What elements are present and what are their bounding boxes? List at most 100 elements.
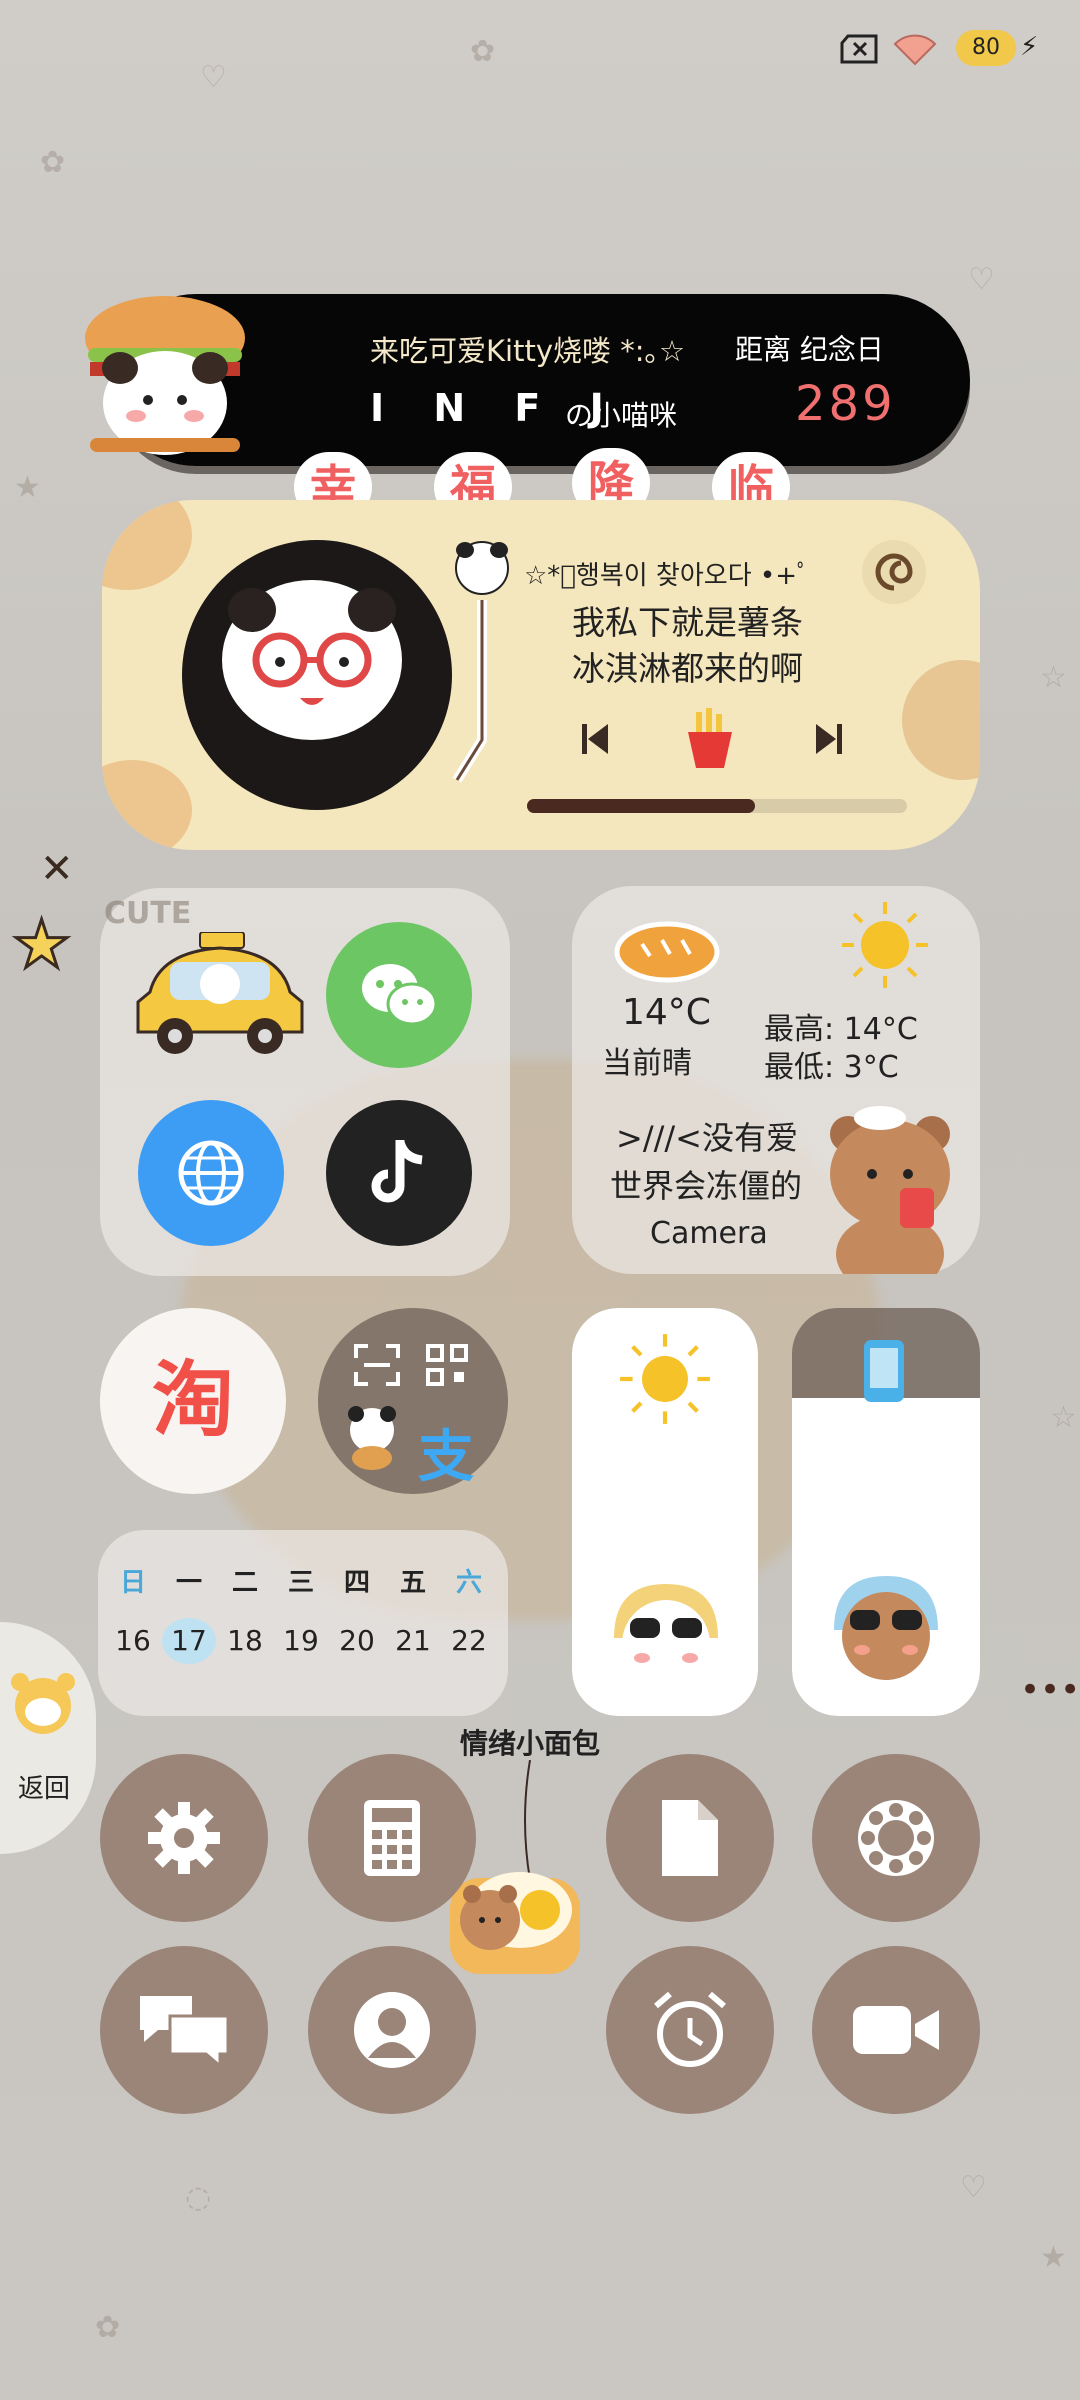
star-icon: ★ [14,470,41,505]
calendar-day-row: 16 17 18 19 20 21 22 [106,1618,496,1664]
previous-icon [582,724,608,754]
calendar-day[interactable]: 22 [442,1618,496,1664]
files-app[interactable] [606,1754,774,1922]
cute-label: CUTE [104,896,192,931]
tonearm-panda-icon [452,541,509,783]
weather-quote-line1: >///<没有爱 [616,1119,798,1157]
camera-label: Camera [650,1216,768,1251]
paw-icon: ✿ [95,2310,121,2345]
star-icon: ☆ [1040,660,1067,695]
music-lyric-line2: 冰淇淋都来的啊 [572,649,803,688]
yellow-bear-icon [11,1673,75,1734]
music-lyric-line1: 我私下就是薯条 [572,603,803,642]
star-icon: ☆ [1050,1400,1077,1435]
bread-icon [614,921,720,983]
wechat-icon [362,964,438,1026]
burger-panda-icon [85,296,245,455]
food-decoration [102,500,192,590]
alipay-label: 支 [418,1425,474,1490]
volume-slider[interactable] [792,1308,980,1716]
chat-bubbles-icon [140,1996,230,2070]
current-condition: 当前晴 [602,1046,692,1081]
charging-icon: ⚡ [1020,32,1039,62]
calculator-app[interactable] [308,1754,476,1922]
star-icon: ★ [1040,2240,1067,2275]
taobao-app[interactable]: 淘 [100,1308,286,1494]
video-camera-icon [853,2006,939,2054]
panda-sunglasses-icon [614,1584,718,1688]
calendar-weekday: 三 [287,1568,314,1598]
paw-icon: ✿ [470,34,496,69]
battery-level: 80 [972,35,1000,60]
swirl-icon [875,553,913,591]
music-subtitle: ☆*ﾟ행복이 찾아오다 •+ﾟ [524,561,811,591]
aperture-icon [858,1800,934,1876]
music-progress-bar[interactable] [527,799,907,813]
play-pause-button[interactable] [678,708,742,776]
album-vinyl[interactable] [182,540,452,810]
camera-app[interactable] [812,1946,980,2114]
qr-code-icon[interactable] [426,1344,468,1386]
low-temperature: 最低: 3°C [764,1050,899,1085]
settings-app[interactable] [100,1754,268,1922]
browser-app[interactable] [138,1100,284,1246]
calendar-weekday: 四 [343,1568,370,1598]
calendar-day[interactable]: 19 [274,1618,328,1664]
sun-icon [620,1334,710,1424]
heart-icon: ♡ [960,2170,987,2205]
music-widget[interactable]: ☆*ﾟ행복이 찾아오다 •+ﾟ 我私下就是薯条 冰淇淋都来的啊 [102,500,980,850]
calendar-day[interactable]: 16 [106,1618,160,1664]
next-icon [816,724,842,754]
calendar-weekday: 五 [399,1568,426,1598]
next-track-button[interactable] [814,722,844,765]
wifi-icon [893,34,937,66]
battery-indicator: 80 [956,30,1016,66]
banner-slogan: 来吃可爱Kitty烧喽 *:｡☆ [370,334,685,368]
contacts-app[interactable] [308,1946,476,2114]
music-app-button[interactable] [862,540,926,604]
calendar-day[interactable]: 20 [330,1618,384,1664]
gallery-app[interactable] [812,1754,980,1922]
alipay-shortcuts[interactable]: 支 [318,1308,508,1494]
wechat-app[interactable] [326,922,472,1068]
clock-app[interactable] [606,1946,774,2114]
tiktok-icon [371,1140,423,1203]
fries-icon [688,708,732,768]
calendar-day-today[interactable]: 17 [162,1618,216,1664]
gear-icon [148,1802,220,1874]
back-label: 返回 [18,1774,71,1804]
mood-bread-label: 情绪小面包 [460,1727,601,1760]
globe-icon [178,1140,244,1206]
anniversary-banner[interactable]: 来吃可爱Kitty烧喽 *:｡☆ I N F J の小喵咪 距离 纪念日 289 [85,294,970,466]
panda-face-icon [228,588,396,705]
calendar-day[interactable]: 18 [218,1618,272,1664]
taxi-panda-icon[interactable] [130,932,310,1062]
calendar-weekday-row: 日一二三四五六 [106,1562,496,1599]
tiktok-app[interactable] [326,1100,472,1246]
calendar-day[interactable]: 21 [386,1618,440,1664]
taobao-label: 淘 [151,1353,234,1448]
bear-sunglasses-icon [834,1576,938,1680]
weather-widget[interactable]: 14°C 当前晴 最高: 14°C 最低: 3°C >///<没有爱 世界会冻僵… [572,886,980,1274]
weather-quote-line2: 世界会冻僵的 [609,1167,802,1205]
calendar-weekday: 日 [119,1568,146,1598]
scan-icon[interactable] [354,1344,400,1386]
panda-glasses-avatar [222,580,402,740]
messages-app[interactable] [100,1946,268,2114]
banner-countdown-days: 289 [795,376,896,432]
calendar-weekday: 一 [175,1568,202,1598]
sun-icon [842,902,928,988]
apps-widget: CUTE [100,888,510,1276]
banner-countdown-label: 距离 纪念日 [735,333,884,366]
panda-guitar-icon [348,1406,396,1470]
previous-track-button[interactable] [580,722,610,765]
calendar-weekday: 六 [455,1568,482,1598]
calculator-icon [364,1800,420,1876]
calendar-widget[interactable]: 日一二三四五六 16 17 18 19 20 21 22 [98,1530,508,1716]
heart-icon: ♡ [200,60,227,95]
current-temperature: 14°C [622,992,711,1033]
status-bar: 80 ⚡ [840,30,1080,74]
phone-icon [864,1340,904,1402]
star-icon: ★ [10,905,72,985]
brightness-slider[interactable] [572,1308,758,1716]
